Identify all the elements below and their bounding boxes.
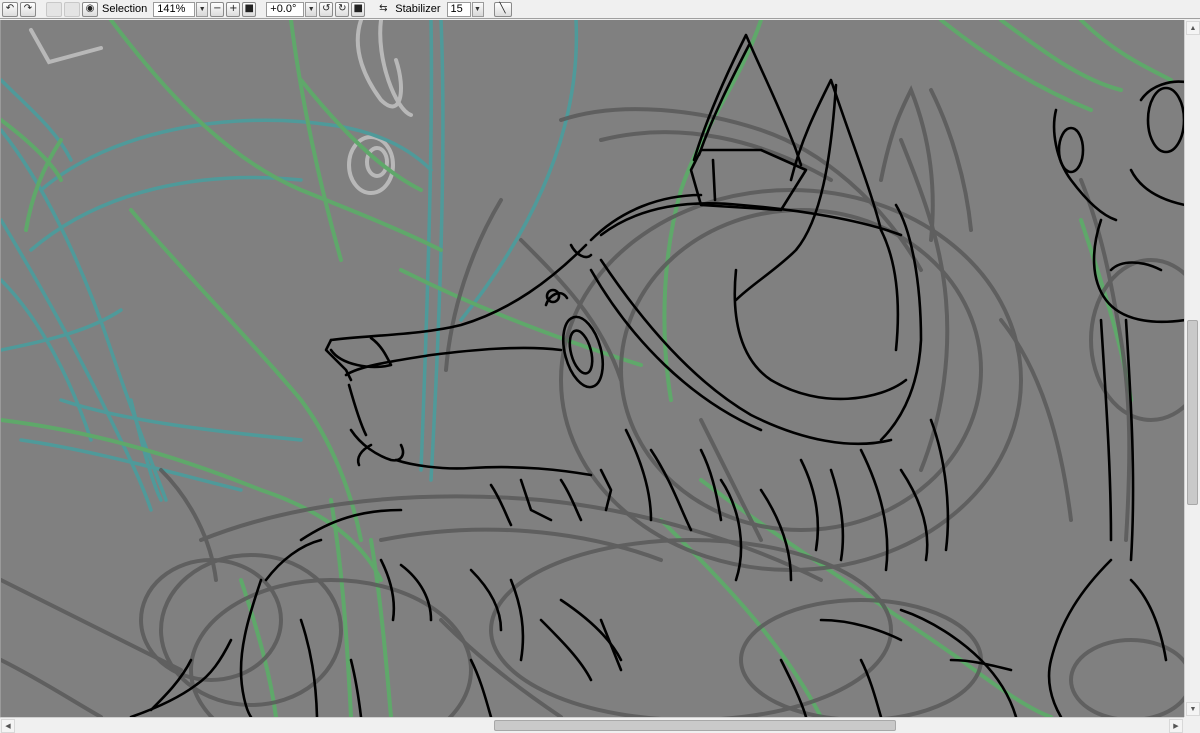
scroll-up-icon[interactable]: ▲ [1186, 21, 1200, 35]
rotation-field[interactable]: +0.0° [266, 1, 305, 17]
toolbar: ↶ ↷ ◉ Selection 141% ▼ − + ■ +0.0° ▼ ↺ ↻… [0, 0, 1200, 19]
scrollbar-corner [1184, 717, 1200, 733]
scroll-down-icon[interactable]: ▼ [1186, 702, 1200, 716]
flip-horizontal-icon[interactable]: ⇆ [375, 2, 391, 17]
redo-icon[interactable]: ↷ [20, 1, 36, 17]
zoom-reset-square-icon[interactable]: ■ [242, 1, 257, 17]
disabled-button-1[interactable] [46, 1, 62, 17]
rotate-right-icon[interactable]: ↻ [335, 1, 350, 17]
scroll-right-icon[interactable]: ▶ [1169, 719, 1183, 733]
stabilizer-label: Stabilizer [395, 3, 441, 15]
rotation-reset-square-icon[interactable]: ■ [351, 1, 366, 17]
zoom-field[interactable]: 141% [153, 1, 196, 17]
scroll-left-icon[interactable]: ◀ [1, 719, 15, 733]
horizontal-scroll-thumb[interactable] [494, 720, 896, 731]
straight-line-icon[interactable]: ╲ [493, 1, 512, 17]
zoom-out-minus-icon[interactable]: − [210, 1, 225, 17]
rotate-left-icon[interactable]: ↺ [319, 1, 334, 17]
disabled-button-2[interactable] [64, 1, 80, 17]
stabilizer-dropdown-icon[interactable]: ▼ [471, 1, 484, 17]
rotation-dropdown-icon[interactable]: ▼ [305, 1, 318, 17]
zoom-in-plus-icon[interactable]: + [226, 1, 241, 17]
horizontal-scrollbar[interactable]: ◀ ▶ [0, 717, 1184, 733]
eye-icon[interactable]: ◉ [82, 1, 98, 17]
zoom-dropdown-icon[interactable]: ▼ [196, 1, 209, 17]
canvas-background [1, 20, 1184, 717]
vertical-scroll-thumb[interactable] [1187, 320, 1198, 505]
vertical-scrollbar[interactable]: ▲ ▼ [1184, 20, 1200, 717]
stabilizer-field[interactable]: 15 [446, 1, 471, 17]
selection-label: Selection [102, 3, 148, 15]
sketch-artwork [1, 20, 1184, 717]
drawing-canvas[interactable] [0, 20, 1184, 717]
undo-icon[interactable]: ↶ [2, 1, 18, 17]
